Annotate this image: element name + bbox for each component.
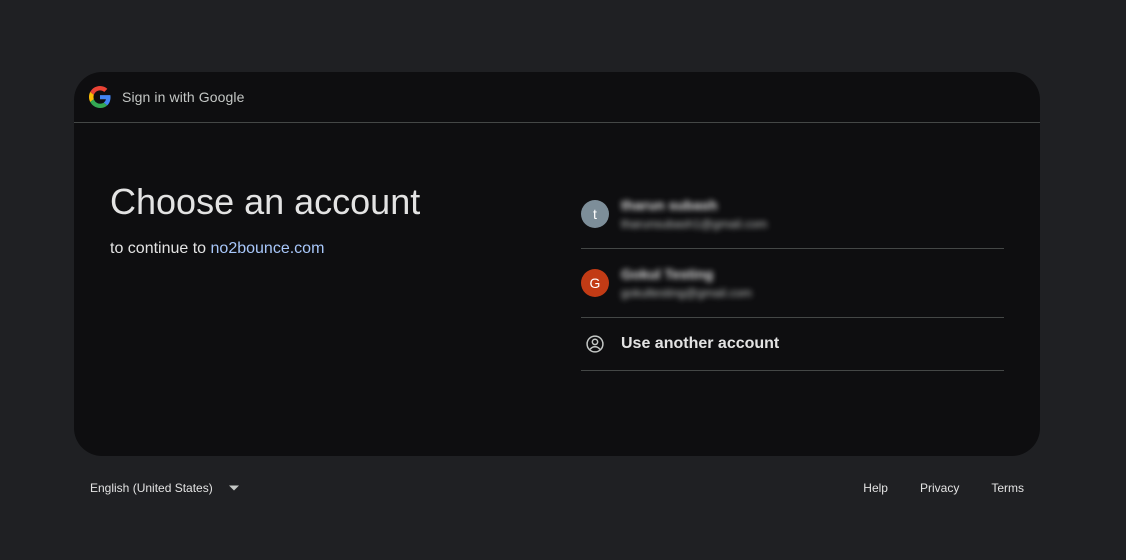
privacy-link[interactable]: Privacy [920, 481, 959, 495]
language-selector[interactable]: English (United States) [90, 481, 239, 495]
avatar: G [581, 269, 609, 297]
account-name: Gokul Testing [621, 266, 714, 282]
use-another-account-label: Use another account [621, 335, 780, 352]
left-panel: Choose an account to continue to no2boun… [110, 180, 420, 258]
account-text: Gokul Testing gokultesting@gmail.com [621, 266, 752, 300]
continue-prefix: to continue to [110, 240, 207, 257]
continue-text: to continue to no2bounce.com [110, 240, 420, 258]
account-circle-icon [581, 330, 609, 358]
caret-down-icon [228, 485, 239, 491]
use-another-account-button[interactable]: Use another account [581, 318, 1004, 371]
google-g-icon [89, 86, 111, 108]
header-title: Sign in with Google [122, 89, 245, 105]
account-email: tharunsubash1@gmail.com [621, 217, 768, 231]
page-title: Choose an account [110, 181, 421, 222]
site-link[interactable]: no2bounce.com [211, 240, 325, 257]
sign-in-card: Sign in with Google Choose an account to… [74, 72, 1040, 456]
footer: English (United States) Help Privacy Ter… [74, 470, 1040, 506]
account-text: tharun subash tharunsubash1@gmail.com [621, 197, 767, 231]
card-header: Sign in with Google [74, 72, 1040, 123]
account-list: t tharun subash tharunsubash1@gmail.com … [581, 180, 1004, 371]
account-email: gokultesting@gmail.com [621, 286, 752, 300]
language-label: English (United States) [90, 481, 213, 495]
avatar: t [581, 200, 609, 228]
account-item-1[interactable]: t tharun subash tharunsubash1@gmail.com [581, 180, 1004, 249]
terms-link[interactable]: Terms [991, 481, 1024, 495]
help-link[interactable]: Help [863, 481, 888, 495]
footer-links: Help Privacy Terms [831, 481, 1024, 495]
account-item-2[interactable]: G Gokul Testing gokultesting@gmail.com [581, 249, 1004, 318]
account-name: tharun subash [621, 197, 718, 213]
